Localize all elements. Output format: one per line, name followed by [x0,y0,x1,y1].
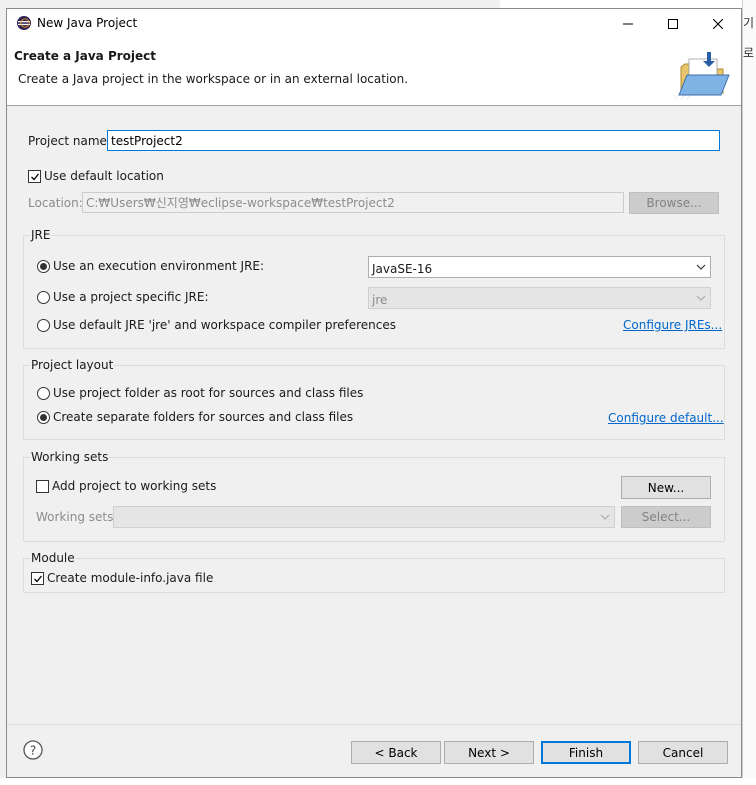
add-to-working-sets-label[interactable]: Add project to working sets [52,479,216,493]
chevron-down-icon [696,295,706,301]
module-title: Module [30,551,76,565]
create-module-info-checkbox[interactable] [31,572,44,585]
minimize-button[interactable] [605,9,651,39]
jre-specific-radio[interactable] [37,291,50,304]
layout-separate-label[interactable]: Create separate folders for sources and … [53,410,353,424]
use-default-location-checkbox[interactable] [28,170,41,183]
browse-button[interactable]: Browse... [629,192,719,214]
wizard-banner: Create a Java Project Create a Java proj… [7,39,741,106]
working-sets-group [23,457,725,542]
next-button[interactable]: Next > [444,741,534,764]
working-sets-label: Working sets: [36,510,118,524]
new-working-set-button[interactable]: New... [621,476,711,499]
jre-group-title: JRE [30,228,52,242]
new-java-project-dialog: New Java Project Create a Java Project C… [6,8,742,778]
jre-specific-label[interactable]: Use a project specific JRE: [53,290,209,304]
title-bar[interactable]: New Java Project [7,9,741,39]
page-description: Create a Java project in the workspace o… [18,72,409,86]
working-sets-select[interactable] [113,506,615,528]
background-text: 로 [743,46,755,60]
project-layout-group [23,365,725,440]
working-sets-title: Working sets [30,450,110,464]
select-working-sets-button[interactable]: Select... [621,506,711,528]
specific-jre-value: jre [372,293,388,307]
configure-jres-link[interactable]: Configure JREs... [623,318,722,332]
maximize-icon [668,19,678,29]
layout-root-label[interactable]: Use project folder as root for sources a… [53,386,363,400]
close-button[interactable] [695,9,741,39]
create-module-info-label[interactable]: Create module-info.java file [47,571,213,585]
execution-env-value: JavaSE-16 [372,262,433,276]
svg-text:?: ? [30,744,36,758]
background-window-edge [0,778,756,785]
background-window-edge [742,0,756,785]
jre-execution-env-label[interactable]: Use an execution environment JRE: [53,259,264,273]
chevron-down-icon [696,264,706,270]
location-label: Location: [28,196,83,210]
location-input[interactable] [82,192,624,213]
back-button[interactable]: < Back [351,741,441,764]
project-layout-title: Project layout [30,358,115,372]
specific-jre-select[interactable]: jre [368,287,711,309]
project-name-input[interactable] [107,130,720,151]
layout-separate-radio[interactable] [37,411,50,424]
execution-env-select[interactable]: JavaSE-16 [368,256,711,278]
chevron-down-icon [600,514,610,520]
configure-default-link[interactable]: Configure default... [608,411,724,425]
background-window-edge [500,0,756,8]
maximize-button[interactable] [650,9,696,39]
jre-default-label[interactable]: Use default JRE 'jre' and workspace comp… [53,318,396,332]
use-default-location-label[interactable]: Use default location [44,169,164,183]
page-title: Create a Java Project [14,49,157,63]
finish-button[interactable]: Finish [541,741,631,764]
jre-execution-env-radio[interactable] [37,260,50,273]
project-name-label: Project name: [28,134,111,148]
help-icon[interactable]: ? [23,740,43,760]
eclipse-icon [17,16,31,30]
window-title: New Java Project [37,16,138,30]
layout-root-radio[interactable] [37,387,50,400]
checkmark-icon [30,173,39,180]
add-to-working-sets-checkbox[interactable] [36,480,49,493]
checkmark-icon [33,575,42,582]
cancel-button[interactable]: Cancel [638,741,728,764]
folder-wizard-icon [674,52,730,100]
footer-divider [7,724,741,725]
jre-default-radio[interactable] [37,319,50,332]
background-text: 기 [743,16,755,30]
close-icon [713,19,723,29]
minimize-icon [623,23,633,25]
